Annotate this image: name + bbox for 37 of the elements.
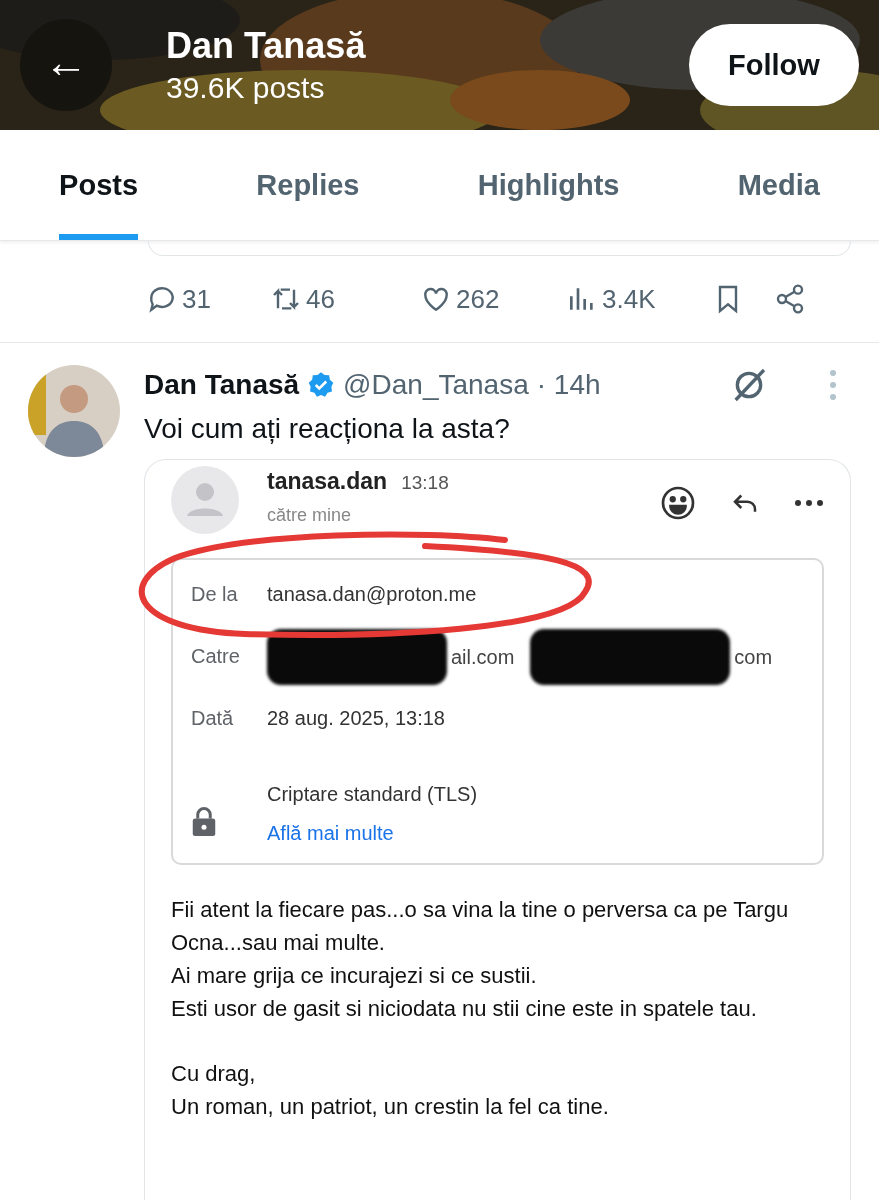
learn-more-link[interactable]: Află mai multe [267, 822, 804, 845]
like-count: 262 [456, 283, 500, 315]
detail-label: Catre [191, 644, 241, 669]
email-signature-line: Un roman, un patriot, un crestin la fel ca tine. [171, 1093, 610, 1121]
follow-button[interactable]: Follow [689, 24, 859, 106]
lock-icon [191, 806, 217, 836]
post-time: · 14h [536, 369, 601, 401]
author-name: Dan Tanasă [144, 369, 300, 401]
more-icon[interactable] [794, 499, 824, 507]
sender-avatar [171, 466, 239, 534]
detail-value: 28 aug. 2025, 13:18 [267, 706, 446, 731]
user-handle: @Dan_Tanasa [343, 369, 529, 401]
recipient-line: către mine [267, 505, 352, 526]
detail-label: De la [191, 582, 239, 607]
tab[interactable]: Posts [59, 130, 139, 240]
tab[interactable]: Replies [256, 130, 360, 240]
email-time: 13:18 [401, 472, 449, 494]
email-fragment: ail.com [451, 645, 515, 669]
view-count: 3.4K [602, 283, 656, 315]
email-body-line: Fii atent la fiecare pas...o sa vina la tine o perversa ca pe Targu Ocna...sau mai multe. [171, 896, 790, 957]
encryption-label: Criptare standard (TLS) [267, 782, 479, 807]
post-text: Voi cum ați reacționa la asta? [144, 413, 511, 445]
sender-name: tanasa.dan [267, 468, 388, 495]
repost-count: 46 [306, 283, 335, 315]
detail-label: Dată [191, 706, 235, 731]
emoji-icon[interactable] [660, 485, 696, 521]
email-body-line: Esti usor de gasit si niciodata nu stii cine este in spatele tau. [171, 995, 758, 1023]
post-count: 39.6K posts [166, 71, 326, 105]
detail-value: tanasa.dan@proton.me [267, 582, 478, 607]
tab[interactable]: Media [737, 130, 820, 240]
reply-count: 31 [182, 283, 211, 315]
email-signature-line: Cu drag, [171, 1060, 257, 1088]
profile-name: Dan Tanasă [166, 25, 367, 67]
share-icon[interactable] [774, 283, 806, 315]
tab[interactable]: Highlights [477, 130, 620, 240]
email-fragment: com [734, 645, 773, 669]
email-body-line: Ai mare grija ce incurajezi si ce sustii. [171, 962, 538, 990]
